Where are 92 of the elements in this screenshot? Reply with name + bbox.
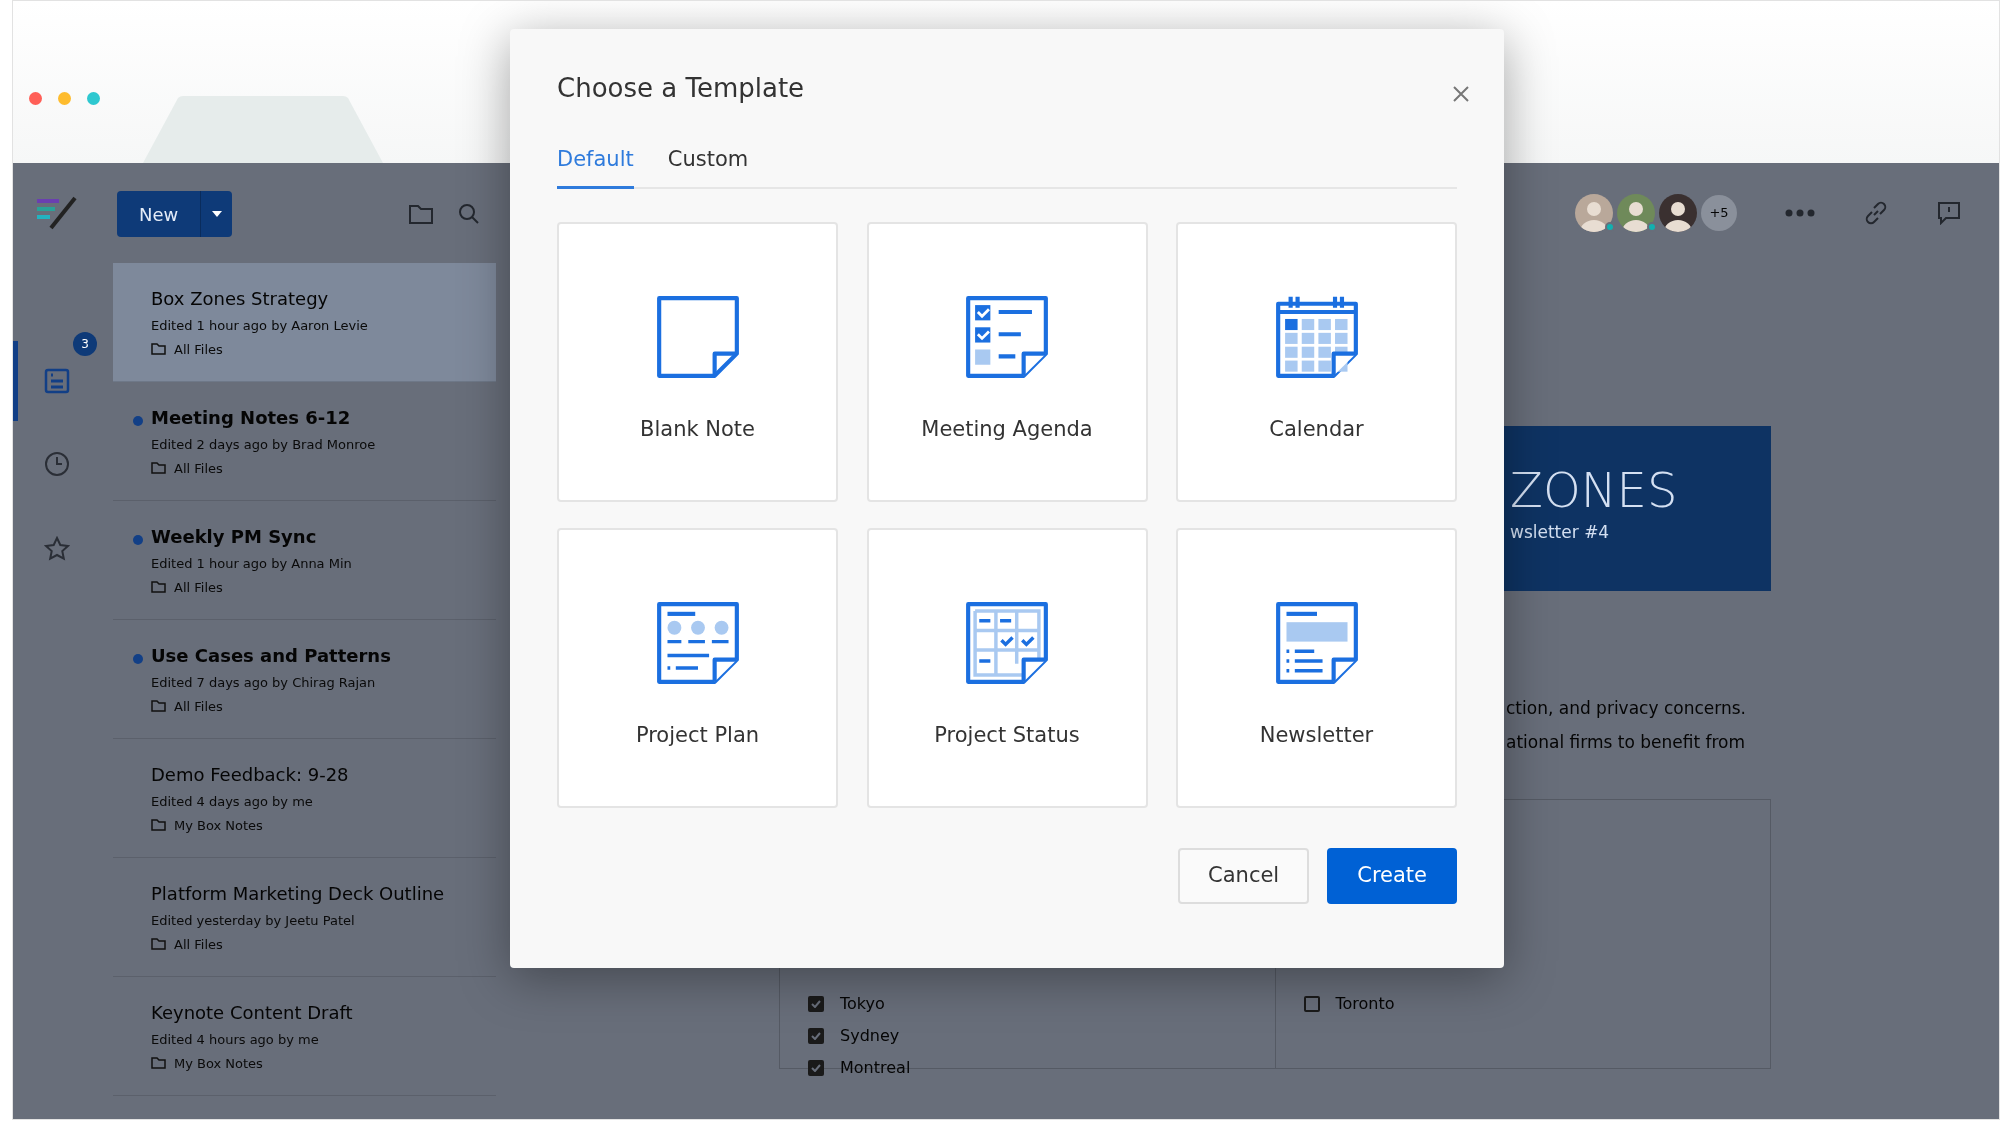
online-dot	[1647, 222, 1657, 232]
tab[interactable]: Default	[557, 144, 634, 189]
note-title: Use Cases and Patterns	[151, 644, 392, 668]
template-label: Meeting Agenda	[921, 415, 1093, 443]
note-meta: Edited 4 hours ago by me	[151, 1031, 320, 1049]
note-meta: Edited 1 hour ago by Aaron Levie	[151, 317, 369, 335]
template-card[interactable]: Calendar	[1176, 221, 1457, 502]
checkbox-label: Toronto	[1335, 993, 1395, 1015]
banner-title: ZONES	[1510, 466, 1679, 514]
checkbox[interactable]	[808, 996, 824, 1012]
online-dot	[1605, 222, 1615, 232]
folder-name: All Files	[174, 697, 223, 716]
folder-icon	[151, 819, 166, 832]
checkbox[interactable]	[808, 1028, 824, 1044]
comment-icon[interactable]	[1937, 201, 1961, 225]
window-control[interactable]	[29, 92, 42, 105]
template-card[interactable]: Blank Note	[557, 221, 838, 502]
template-card[interactable]: Project Status	[866, 527, 1148, 808]
folder-icon	[151, 462, 166, 475]
note-meta: Edited yesterday by Jeetu Patel	[151, 912, 356, 930]
template-card[interactable]: Meeting Agenda	[866, 221, 1148, 502]
check-icon	[811, 1064, 821, 1072]
note-meta: Edited 1 hour ago by Anna Min	[151, 555, 353, 573]
folder-icon	[151, 700, 166, 713]
folder-name: My Box Notes	[174, 1054, 263, 1073]
avatar[interactable]	[1659, 194, 1697, 232]
note-item[interactable]: Platform Marketing Deck Outline Edited yesterday by Jeetu Patel All Files	[113, 858, 496, 977]
note-title: Platform Marketing Deck Outline	[151, 882, 446, 906]
new-button[interactable]: New	[117, 191, 233, 237]
checkbox-label: Sydney	[840, 1025, 900, 1047]
folder-name: All Files	[174, 578, 223, 597]
folder-icon[interactable]	[408, 203, 434, 225]
search-icon[interactable]	[458, 203, 480, 225]
note-item[interactable]: Demo Feedback: 9-28 Edited 4 days ago by me My Box Notes	[113, 739, 496, 858]
blank-page-icon	[654, 293, 741, 380]
count-badge: 3	[73, 332, 97, 356]
window-control[interactable]	[87, 92, 100, 105]
create-button[interactable]: Create	[1327, 847, 1457, 904]
banner-subtitle: wsletter #4	[1510, 521, 1611, 544]
template-label: Calendar	[1269, 415, 1364, 443]
folder-name: All Files	[174, 459, 223, 478]
note-item[interactable]: Weekly PM Sync Edited 1 hour ago by Anna Min All Files	[113, 501, 496, 620]
more-collaborators-count[interactable]: +5	[1701, 195, 1737, 231]
tab[interactable]: Custom	[667, 144, 749, 189]
checkbox[interactable]	[808, 1060, 824, 1076]
note-meta: Edited 7 days ago by Chirag Rajan	[151, 674, 377, 692]
plan-page-icon	[654, 599, 741, 686]
note-item[interactable]: Keynote Content Draft Edited 4 hours ago by me My Box Notes	[113, 977, 496, 1096]
note-title: Box Zones Strategy	[151, 287, 330, 311]
template-card[interactable]: Newsletter	[1176, 527, 1457, 808]
clock-icon[interactable]	[44, 451, 70, 477]
template-label: Newsletter	[1259, 721, 1374, 749]
note-title: Keynote Content Draft	[151, 1001, 354, 1025]
note-item[interactable]: Meeting Notes 6-12 Edited 2 days ago by Brad Monroe All Files	[113, 382, 496, 501]
note-title: Meeting Notes 6-12	[151, 406, 352, 430]
close-icon	[1452, 84, 1470, 103]
more-icon[interactable]	[1785, 209, 1815, 217]
template-label: Project Status	[934, 721, 1080, 749]
checklist-page-icon	[964, 293, 1050, 380]
note-meta: Edited 4 days ago by me	[151, 793, 314, 811]
template-label: Project Plan	[635, 721, 760, 749]
dialog-title: Choose a Template	[557, 72, 806, 105]
note-item[interactable]: Box Zones Strategy Edited 1 hour ago by Aaron Levie All Files	[113, 263, 496, 382]
folder-icon	[151, 938, 166, 951]
star-icon[interactable]	[44, 536, 70, 562]
folder-icon	[151, 343, 166, 356]
folder-name: My Box Notes	[174, 816, 263, 835]
folder-icon	[151, 581, 166, 594]
notes-icon[interactable]	[44, 368, 70, 394]
template-card[interactable]: Project Plan	[557, 527, 838, 808]
note-title: Weekly PM Sync	[151, 525, 318, 549]
check-icon	[811, 1000, 821, 1008]
note-title: Demo Feedback: 9-28	[151, 763, 350, 787]
paragraph-line: ational firms to benefit from	[1506, 731, 1747, 754]
note-item[interactable]: Use Cases and Patterns Edited 7 days ago by Chirag Rajan All Files	[113, 620, 496, 739]
folder-name: All Files	[174, 935, 223, 954]
table-page-icon	[964, 599, 1050, 686]
note-meta: Edited 2 days ago by Brad Monroe	[151, 436, 377, 454]
check-icon	[811, 1032, 821, 1040]
folder-name: All Files	[174, 340, 223, 359]
paragraph-line: ction, and privacy concerns.	[1506, 697, 1747, 720]
logo-icon	[35, 196, 79, 230]
cancel-button[interactable]: Cancel	[1178, 847, 1310, 904]
link-icon[interactable]	[1863, 200, 1889, 226]
folder-icon	[151, 1057, 166, 1070]
checkbox-label: Tokyo	[840, 993, 885, 1015]
caret-icon	[211, 211, 222, 217]
window-control[interactable]	[58, 92, 71, 105]
checkbox-label: Montreal	[840, 1057, 911, 1079]
checkbox[interactable]	[1303, 996, 1320, 1012]
template-label: Blank Note	[640, 415, 755, 443]
newsletter-page-icon	[1273, 599, 1360, 686]
